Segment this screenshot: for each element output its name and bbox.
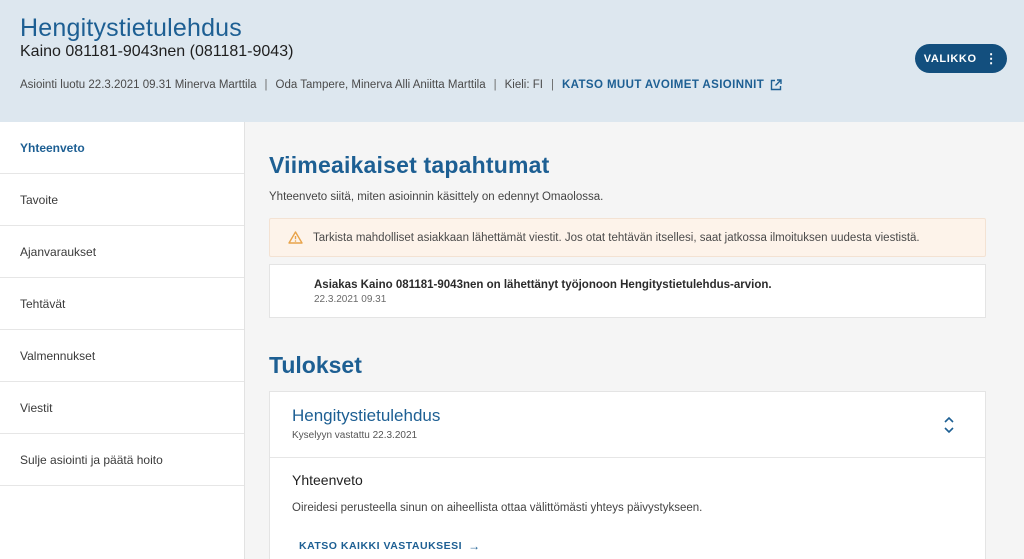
sidebar-item-messages[interactable]: Viestit: [0, 382, 244, 434]
case-meta: Asiointi luotu 22.3.2021 09.31 Minerva M…: [20, 79, 782, 91]
created-info: Asiointi luotu 22.3.2021 09.31 Minerva M…: [20, 79, 257, 91]
separator: |: [264, 79, 268, 91]
other-cases-link[interactable]: KATSO MUUT AVOIMET ASIOINNIT: [562, 79, 782, 91]
event-timestamp: 22.3.2021 09.31: [314, 294, 387, 305]
view-all-answers-label: KATSO KAIKKI VASTAUKSESI: [299, 540, 463, 552]
sidebar-item-coaching[interactable]: Valmennukset: [0, 330, 244, 382]
sidebar-item-tasks[interactable]: Tehtävät: [0, 278, 244, 330]
summary-text: Oireidesi perusteella sinun on aiheellis…: [292, 502, 703, 514]
result-card-header[interactable]: Hengitystietulehdus Kyselyyn vastattu 22…: [270, 392, 985, 458]
page-header: Hengitystietulehdus Kaino 081181-9043nen…: [0, 0, 1024, 122]
more-vertical-icon: ⋮: [984, 51, 999, 66]
separator: |: [493, 79, 497, 91]
other-cases-link-label: KATSO MUUT AVOIMET ASIOINNIT: [561, 79, 765, 91]
separator: |: [550, 79, 554, 91]
sidebar-nav: Yhteenveto Tavoite Ajanvaraukset Tehtävä…: [0, 122, 245, 559]
results-heading: Tulokset: [269, 352, 362, 378]
sidebar-item-summary[interactable]: Yhteenveto: [0, 122, 244, 174]
menu-button[interactable]: VALIKKO ⋮: [915, 44, 1007, 73]
page-title: Hengitystietulehdus: [20, 14, 242, 42]
patient-name: Kaino 081181-9043nen (081181-9043): [20, 43, 294, 60]
main-content: Viimeaikaiset tapahtumat Yhteenveto siit…: [245, 122, 1024, 559]
result-card-title: Hengitystietulehdus: [292, 406, 441, 425]
event-item: Asiakas Kaino 081181-9043nen on lähettän…: [269, 264, 986, 318]
view-all-answers-link[interactable]: KATSO KAIKKI VASTAUKSESI →: [299, 539, 481, 553]
event-title: Asiakas Kaino 081181-9043nen on lähettän…: [314, 279, 772, 291]
warning-text: Tarkista mahdolliset asiakkaan lähettämä…: [313, 231, 920, 244]
unit-info: Oda Tampere, Minerva Alli Aniitta Martti…: [275, 79, 486, 91]
menu-button-label: VALIKKO: [923, 52, 977, 65]
summary-title: Yhteenveto: [292, 472, 363, 488]
chevrons-collapse-icon[interactable]: [942, 416, 956, 434]
sidebar-item-appointments[interactable]: Ajanvaraukset: [0, 226, 244, 278]
warning-alert: Tarkista mahdolliset asiakkaan lähettämä…: [269, 218, 986, 257]
warning-icon: [288, 231, 303, 244]
language-info: Kieli: FI: [504, 79, 543, 91]
arrow-right-icon: →: [468, 539, 481, 553]
external-link-icon: [770, 79, 782, 91]
result-card-date: Kyselyyn vastattu 22.3.2021: [292, 430, 418, 441]
sidebar-item-goal[interactable]: Tavoite: [0, 174, 244, 226]
recent-events-lead: Yhteenveto siitä, miten asioinnin käsitt…: [269, 191, 604, 203]
sidebar-item-close-case[interactable]: Sulje asiointi ja päätä hoito: [0, 434, 244, 486]
result-card: Hengitystietulehdus Kyselyyn vastattu 22…: [269, 391, 986, 559]
recent-events-heading: Viimeaikaiset tapahtumat: [269, 152, 550, 178]
